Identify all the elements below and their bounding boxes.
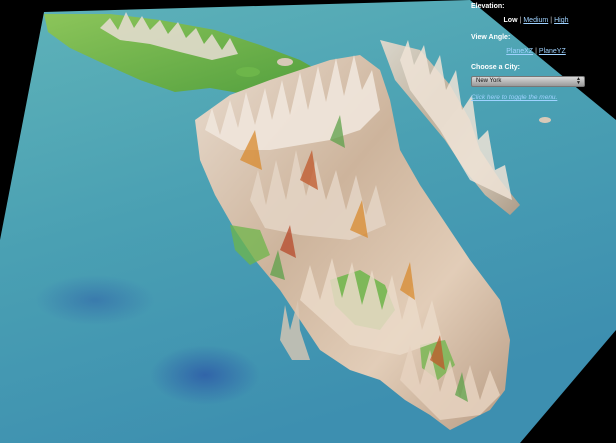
elevation-options: Low | Medium | High (503, 17, 569, 24)
elevation-high-link[interactable]: High (554, 17, 568, 24)
elevation-medium-link[interactable]: Medium (523, 17, 548, 24)
view-angle-heading: View Angle: (471, 34, 511, 41)
view-angle-options: PlaneXZ | PlaneYZ (506, 48, 566, 55)
view-plane-yz-link[interactable]: PlaneYZ (539, 48, 566, 55)
island (539, 117, 551, 123)
toggle-menu-link[interactable]: Click here to toggle the menu. (471, 94, 557, 102)
city-heading: Choose a City: (471, 64, 521, 71)
control-menu: Elevation: Low | Medium | High View Angle: P… (466, 0, 616, 110)
terrain-viewer[interactable]: Elevation: Low | Medium | High View Angle: P… (0, 0, 616, 443)
elevation-heading: Elevation: (471, 3, 505, 10)
island (277, 58, 293, 66)
island (236, 67, 260, 77)
city-select[interactable]: New York ▲ ▼ (471, 76, 585, 87)
elevation-low-option[interactable]: Low (504, 17, 518, 24)
select-arrows-icon: ▲ ▼ (576, 76, 581, 86)
view-plane-xz-link[interactable]: PlaneXZ (506, 48, 533, 55)
deep-water (150, 345, 260, 405)
deep-water (35, 275, 155, 325)
city-select-value: New York (476, 78, 502, 84)
